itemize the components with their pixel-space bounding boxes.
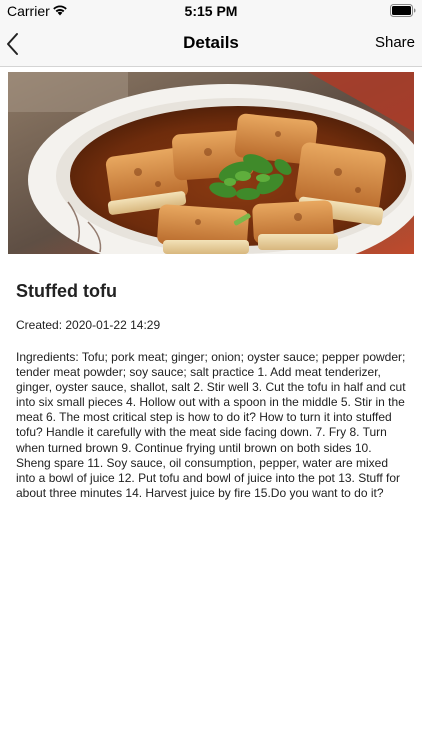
recipe-ingredients: Ingredients: Tofu; pork meat; ginger; on… [16,350,406,500]
share-button[interactable]: Share [375,34,415,51]
created-value: 2020-01-22 14:29 [65,318,161,332]
recipe-title: Stuffed tofu [16,281,117,301]
page-title: Details [183,33,239,52]
created-date: Created: 2020-01-22 14:29 [16,318,160,332]
created-label: Created: [16,318,63,332]
status-bar: Carrier 5:15 PM [0,0,422,22]
navigation-bar: Details Share [0,22,422,67]
battery-icon [390,4,416,17]
status-time: 5:15 PM [184,3,238,19]
recipe-photo [8,72,414,254]
